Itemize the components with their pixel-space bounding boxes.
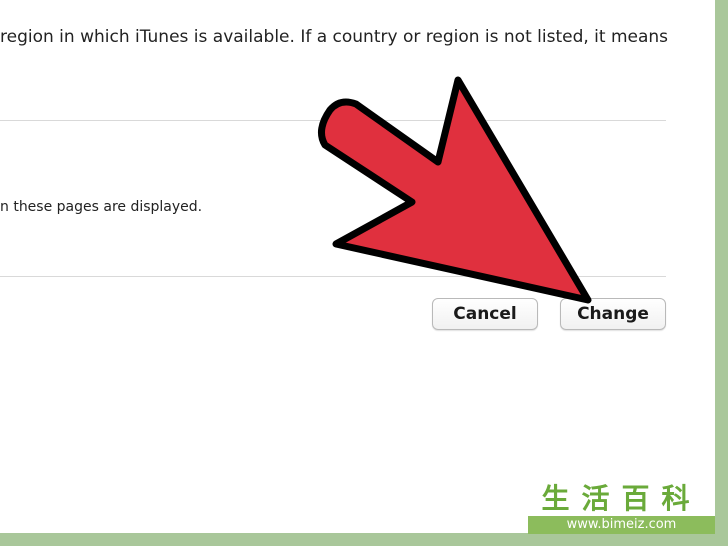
red-arrow-icon xyxy=(317,76,592,304)
watermark-chinese: 生活百科 xyxy=(541,482,702,515)
watermark-url: www.bimeiz.com xyxy=(528,516,715,534)
watermark: 生活百科 www.bimeiz.com xyxy=(528,482,715,534)
